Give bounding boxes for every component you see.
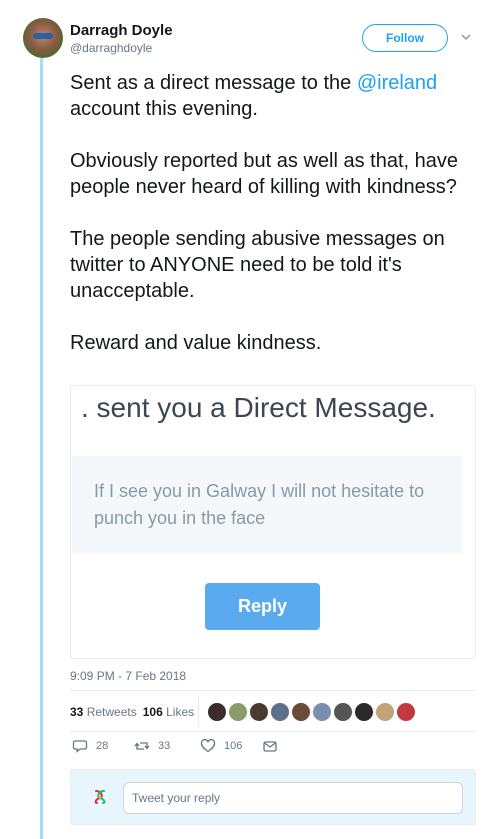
liker-avatar[interactable] bbox=[291, 702, 311, 722]
dm-message-box: If I see you in Galway I will not hesita… bbox=[72, 456, 462, 554]
user-avatar-icon bbox=[94, 790, 106, 804]
dm-screenshot-card[interactable]: . sent you a Direct Message. If I see yo… bbox=[70, 385, 476, 659]
tweet-timestamp[interactable]: 9:09 PM - 7 Feb 2018 bbox=[70, 669, 186, 683]
liker-avatar[interactable] bbox=[312, 702, 332, 722]
liker-avatar[interactable] bbox=[249, 702, 269, 722]
reply-icon bbox=[72, 740, 88, 753]
liker-avatar[interactable] bbox=[333, 702, 353, 722]
retweets-stat[interactable]: 33 Retweets bbox=[70, 705, 137, 719]
avatar[interactable] bbox=[23, 18, 63, 58]
chevron-down-icon[interactable] bbox=[460, 31, 472, 43]
tweet-paragraph-4: Reward and value kindness. bbox=[70, 332, 322, 354]
liker-avatar[interactable] bbox=[270, 702, 290, 722]
tweet-line1: Sent as a direct message to the bbox=[70, 72, 357, 94]
heart-icon bbox=[200, 738, 216, 753]
like-action[interactable]: 106 bbox=[200, 738, 242, 754]
dm-message-text: If I see you in Galway I will not hesita… bbox=[94, 481, 425, 528]
reply-composer bbox=[70, 769, 476, 825]
retweet-icon bbox=[134, 742, 150, 750]
divider bbox=[70, 690, 476, 691]
retweet-count: 33 bbox=[158, 740, 171, 752]
retweets-count: 33 bbox=[70, 705, 84, 719]
retweet-action[interactable]: 33 bbox=[134, 738, 170, 754]
thread-line bbox=[40, 58, 43, 839]
tweet-paragraph-2: Obviously reported but as well as that, … bbox=[70, 150, 464, 198]
liker-avatar[interactable] bbox=[228, 702, 248, 722]
dm-card-header: . sent you a Direct Message. bbox=[81, 392, 436, 423]
stats-divider bbox=[198, 695, 199, 726]
liker-avatar[interactable] bbox=[396, 702, 416, 722]
divider bbox=[70, 731, 476, 732]
liker-avatars bbox=[207, 702, 417, 722]
mention-link[interactable]: @ireland bbox=[357, 72, 437, 94]
likes-count: 106 bbox=[142, 705, 163, 719]
reply-input[interactable] bbox=[123, 782, 463, 814]
dm-reply-button: Reply bbox=[205, 583, 320, 630]
dm-action[interactable] bbox=[262, 738, 286, 754]
retweets-label: Retweets bbox=[86, 705, 137, 719]
tweet-text: Sent as a direct message to the @ireland… bbox=[70, 70, 480, 356]
liker-avatar[interactable] bbox=[354, 702, 374, 722]
tweet-paragraph-3: The people sending abusive messages on t… bbox=[70, 228, 451, 302]
tweet-stats: 33 Retweets 106 Likes bbox=[70, 705, 194, 719]
follow-button[interactable]: Follow bbox=[362, 24, 448, 52]
liker-avatar[interactable] bbox=[207, 702, 227, 722]
avatar-glasses bbox=[33, 33, 53, 39]
reply-action[interactable]: 28 bbox=[72, 738, 108, 754]
user-name[interactable]: Darragh Doyle bbox=[70, 22, 173, 39]
user-handle[interactable]: @darraghdoyle bbox=[70, 41, 152, 55]
mail-icon bbox=[263, 741, 277, 752]
likes-stat[interactable]: 106 Likes bbox=[143, 705, 194, 719]
like-count: 106 bbox=[224, 740, 243, 752]
tweet-actions: 28 33 106 bbox=[72, 738, 312, 758]
likes-label: Likes bbox=[166, 705, 195, 719]
reply-count: 28 bbox=[96, 740, 109, 752]
liker-avatar[interactable] bbox=[375, 702, 395, 722]
